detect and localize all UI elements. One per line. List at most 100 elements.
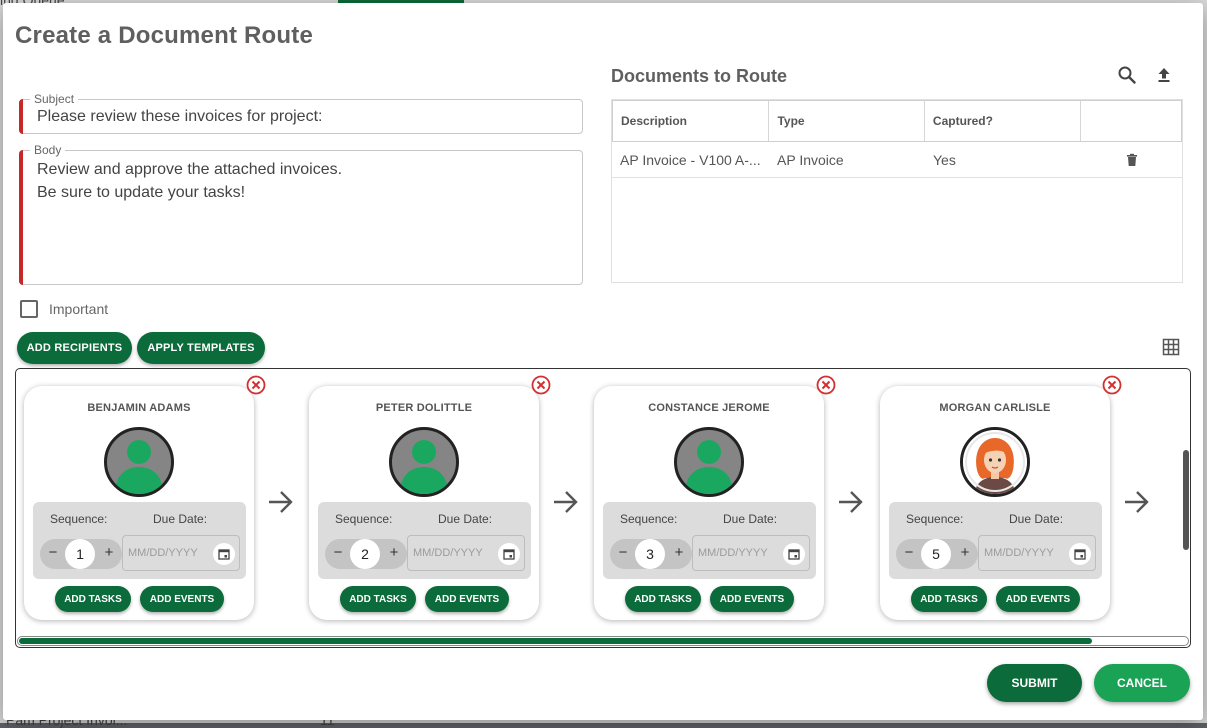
recipient-card: PETER DOLITTLE Sequence: Due Date: − 2 +… xyxy=(309,386,539,620)
due-date-label: Due Date: xyxy=(438,512,493,526)
arrow-right-icon xyxy=(839,491,863,513)
due-date-label: Due Date: xyxy=(153,512,208,526)
sequence-label: Sequence: xyxy=(335,512,393,526)
remove-recipient-icon[interactable] xyxy=(1102,375,1122,395)
calendar-icon[interactable] xyxy=(783,543,805,565)
due-date-input[interactable]: MM/DD/YYYY xyxy=(407,535,525,571)
arrow-right-icon xyxy=(269,491,293,513)
sequence-stepper[interactable]: − 5 + xyxy=(896,539,978,569)
due-date-input[interactable]: MM/DD/YYYY xyxy=(122,535,240,571)
add-tasks-button[interactable]: ADD TASKS xyxy=(625,586,701,612)
due-date-placeholder: MM/DD/YYYY xyxy=(984,547,1054,559)
sequence-value: 3 xyxy=(635,539,665,569)
recipient-settings-panel: Sequence: Due Date: − 5 + MM/DD/YYYY xyxy=(889,502,1102,579)
due-date-input[interactable]: MM/DD/YYYY xyxy=(978,535,1096,571)
sequence-value: 1 xyxy=(65,539,95,569)
upload-icon[interactable] xyxy=(1152,63,1176,87)
cell-captured: Yes xyxy=(933,151,956,168)
due-date-placeholder: MM/DD/YYYY xyxy=(413,547,483,559)
arrow-right-icon xyxy=(554,491,578,513)
scrollbar-thumb[interactable] xyxy=(19,638,1092,644)
documents-table: Description Type Captured? AP Invoice - … xyxy=(611,99,1183,283)
sequence-stepper[interactable]: − 3 + xyxy=(610,539,692,569)
delete-row-button[interactable] xyxy=(1082,142,1182,177)
vertical-scrollbar[interactable] xyxy=(1183,450,1189,550)
recipient-card: MORGAN CARLISLE Sequence: Due Date: − 5 … xyxy=(880,386,1110,620)
column-captured[interactable]: Captured? xyxy=(925,101,1082,141)
remove-recipient-icon[interactable] xyxy=(816,375,836,395)
add-tasks-button[interactable]: ADD TASKS xyxy=(55,586,131,612)
due-date-placeholder: MM/DD/YYYY xyxy=(128,547,198,559)
remove-recipient-icon[interactable] xyxy=(246,375,266,395)
sequence-label: Sequence: xyxy=(906,512,964,526)
add-tasks-button[interactable]: ADD TASKS xyxy=(911,586,987,612)
sequence-value: 5 xyxy=(921,539,951,569)
sequence-label: Sequence: xyxy=(50,512,108,526)
recipient-card: BENJAMIN ADAMS Sequence: Due Date: − 1 +… xyxy=(24,386,254,620)
calendar-icon[interactable] xyxy=(213,543,235,565)
decrement-button[interactable]: − xyxy=(331,544,345,561)
dialog-title: Create a Document Route xyxy=(15,22,313,49)
avatar xyxy=(389,427,459,497)
increment-button[interactable]: + xyxy=(672,544,686,561)
apply-templates-button[interactable]: APPLY TEMPLATES xyxy=(137,332,265,364)
sequence-stepper[interactable]: − 2 + xyxy=(325,539,407,569)
search-icon[interactable] xyxy=(1115,63,1139,87)
add-events-button[interactable]: ADD EVENTS xyxy=(140,586,224,612)
cell-description: AP Invoice - V100 A-... xyxy=(620,151,761,168)
column-actions xyxy=(1081,101,1181,141)
decrement-button[interactable]: − xyxy=(902,544,916,561)
add-events-button[interactable]: ADD EVENTS xyxy=(710,586,794,612)
arrow-right-icon xyxy=(1125,491,1149,513)
due-date-label: Due Date: xyxy=(1009,512,1064,526)
grid-view-icon[interactable] xyxy=(1159,335,1183,359)
create-route-dialog: Create a Document Route Subject Please r… xyxy=(3,3,1203,720)
horizontal-scrollbar[interactable] xyxy=(17,636,1189,646)
sequence-stepper[interactable]: − 1 + xyxy=(40,539,122,569)
calendar-icon[interactable] xyxy=(498,543,520,565)
due-date-placeholder: MM/DD/YYYY xyxy=(698,547,768,559)
remove-recipient-icon[interactable] xyxy=(531,375,551,395)
trash-icon xyxy=(1127,153,1137,166)
decrement-button[interactable]: − xyxy=(616,544,630,561)
add-recipients-button[interactable]: ADD RECIPIENTS xyxy=(17,332,132,364)
add-tasks-button[interactable]: ADD TASKS xyxy=(340,586,416,612)
column-description[interactable]: Description xyxy=(613,101,770,141)
avatar xyxy=(674,427,744,497)
cancel-button[interactable]: CANCEL xyxy=(1094,664,1190,702)
calendar-icon[interactable] xyxy=(1069,543,1091,565)
submit-button[interactable]: SUBMIT xyxy=(987,664,1082,702)
important-checkbox-row[interactable]: Important xyxy=(20,300,108,318)
add-events-button[interactable]: ADD EVENTS xyxy=(425,586,509,612)
body-value: Review and approve the attached invoices… xyxy=(37,161,343,201)
body-field[interactable]: Body Review and approve the attached inv… xyxy=(19,142,583,285)
column-type[interactable]: Type xyxy=(769,101,925,141)
recipient-settings-panel: Sequence: Due Date: − 2 + MM/DD/YYYY xyxy=(318,502,531,579)
documents-title: Documents to Route xyxy=(611,66,788,86)
subject-field[interactable]: Subject Please review these invoices for… xyxy=(19,91,583,134)
sequence-value: 2 xyxy=(350,539,380,569)
recipient-name: MORGAN CARLISLE xyxy=(939,402,1051,414)
increment-button[interactable]: + xyxy=(387,544,401,561)
recipient-name: PETER DOLITTLE xyxy=(375,402,473,414)
table-header: Description Type Captured? xyxy=(612,100,1182,142)
table-row[interactable]: AP Invoice - V100 A-... AP Invoice Yes xyxy=(612,142,1182,178)
sequence-label: Sequence: xyxy=(620,512,678,526)
subject-value: Please review these invoices for project… xyxy=(37,108,323,125)
default-person-icon xyxy=(685,440,733,494)
recipient-settings-panel: Sequence: Due Date: − 3 + MM/DD/YYYY xyxy=(603,502,816,579)
due-date-label: Due Date: xyxy=(723,512,778,526)
recipient-name: CONSTANCE JEROME xyxy=(648,402,770,414)
due-date-input[interactable]: MM/DD/YYYY xyxy=(692,535,810,571)
route-recipients-area: BENJAMIN ADAMS Sequence: Due Date: − 1 +… xyxy=(15,368,1191,648)
increment-button[interactable]: + xyxy=(958,544,972,561)
avatar xyxy=(104,427,174,497)
default-person-icon xyxy=(400,440,448,494)
decrement-button[interactable]: − xyxy=(46,544,60,561)
recipient-name: BENJAMIN ADAMS xyxy=(87,402,191,414)
add-events-button[interactable]: ADD EVENTS xyxy=(996,586,1080,612)
increment-button[interactable]: + xyxy=(102,544,116,561)
important-checkbox[interactable] xyxy=(20,300,38,318)
body-label: Body xyxy=(30,142,66,158)
avatar xyxy=(960,427,1030,497)
